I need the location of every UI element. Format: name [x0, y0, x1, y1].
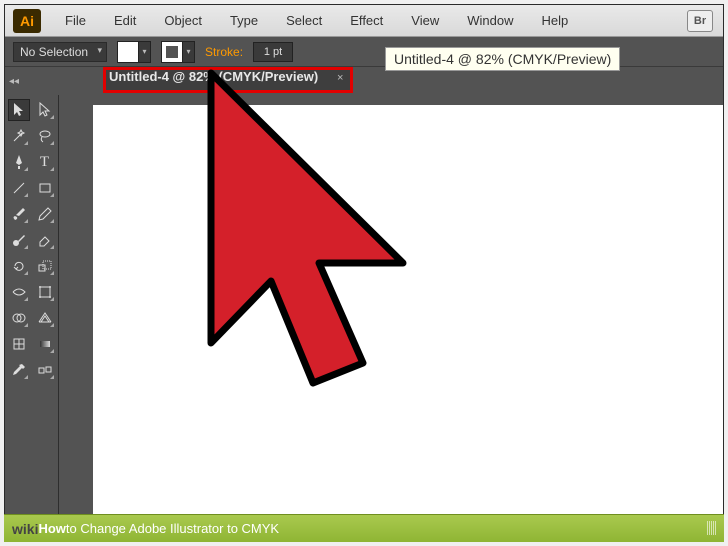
menubar: Ai File Edit Object Type Select Effect V… — [5, 5, 723, 37]
lasso-tool[interactable] — [34, 125, 56, 147]
perspective-grid-tool[interactable] — [34, 307, 56, 329]
caption-text: to Change Adobe Illustrator to CMYK — [66, 521, 279, 536]
gradient-tool[interactable] — [34, 333, 56, 355]
menu-window[interactable]: Window — [453, 13, 527, 28]
menu-effect[interactable]: Effect — [336, 13, 397, 28]
blob-brush-tool[interactable] — [8, 229, 30, 251]
document-tooltip: Untitled-4 @ 82% (CMYK/Preview) — [385, 47, 620, 71]
panel-collapse-icon[interactable]: ◂◂ — [5, 76, 25, 87]
magic-wand-tool[interactable] — [8, 125, 30, 147]
wikihow-caption: wikiHow to Change Adobe Illustrator to C… — [4, 514, 724, 542]
selection-tool[interactable] — [8, 99, 30, 121]
menu-view[interactable]: View — [397, 13, 453, 28]
menu-file[interactable]: File — [51, 13, 100, 28]
fill-swatch-menu[interactable]: ▾ — [139, 41, 151, 63]
menu-help[interactable]: Help — [527, 13, 582, 28]
type-icon: T — [40, 154, 49, 171]
paintbrush-tool[interactable] — [8, 203, 30, 225]
fill-swatch[interactable] — [117, 41, 139, 63]
wikihow-logo-text: wiki — [4, 521, 38, 537]
stroke-swatch-menu[interactable]: ▾ — [183, 41, 195, 63]
scale-tool[interactable] — [34, 255, 56, 277]
width-tool[interactable] — [8, 281, 30, 303]
app-logo-icon: Ai — [13, 9, 41, 33]
line-tool[interactable] — [8, 177, 30, 199]
stroke-swatch[interactable] — [161, 41, 183, 63]
tools-panel: T — [5, 95, 59, 541]
selection-dropdown[interactable]: No Selection — [13, 42, 107, 62]
pen-tool[interactable] — [8, 151, 30, 173]
menu-type[interactable]: Type — [216, 13, 272, 28]
mesh-icon — [11, 336, 27, 352]
type-tool[interactable]: T — [34, 151, 56, 173]
menu-edit[interactable]: Edit — [100, 13, 150, 28]
rectangle-tool[interactable] — [34, 177, 56, 199]
direct-selection-tool[interactable] — [34, 99, 56, 121]
blend-tool[interactable] — [34, 359, 56, 381]
shape-builder-tool[interactable] — [8, 307, 30, 329]
bridge-icon[interactable]: Br — [687, 10, 713, 32]
menu-select[interactable]: Select — [272, 13, 336, 28]
eyedropper-tool[interactable] — [8, 359, 30, 381]
rotate-tool[interactable] — [8, 255, 30, 277]
pencil-tool[interactable] — [34, 203, 56, 225]
illustrator-window: Ai File Edit Object Type Select Effect V… — [4, 4, 724, 542]
grip-icon — [707, 521, 716, 535]
mesh-tool[interactable] — [8, 333, 30, 355]
wikihow-how: How — [38, 521, 65, 536]
tutorial-cursor-icon — [151, 63, 451, 403]
cursor-icon — [11, 102, 27, 118]
stroke-weight-field[interactable]: 1 pt — [253, 42, 293, 62]
menu-object[interactable]: Object — [150, 13, 216, 28]
stroke-label: Stroke: — [205, 45, 243, 59]
free-transform-tool[interactable] — [34, 281, 56, 303]
eraser-tool[interactable] — [34, 229, 56, 251]
